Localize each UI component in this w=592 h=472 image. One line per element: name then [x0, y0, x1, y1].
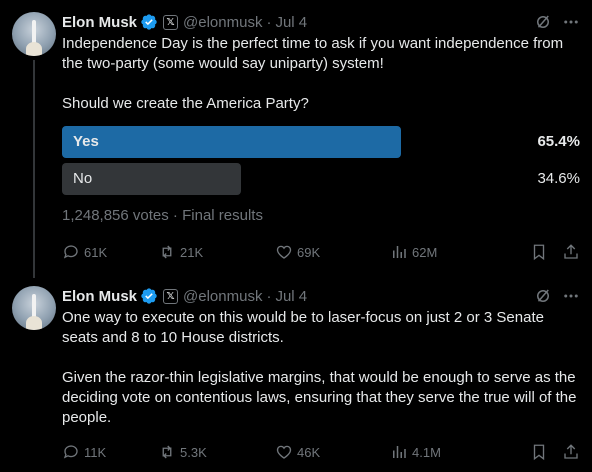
avatar[interactable]	[12, 286, 56, 330]
repost-button[interactable]: 21K	[158, 243, 275, 261]
views-count: 4.1M	[412, 444, 441, 460]
like-button[interactable]: 46K	[275, 443, 390, 461]
x-badge-icon: 𝕏	[163, 288, 179, 304]
more-icon[interactable]	[562, 287, 580, 305]
bookmark-icon[interactable]	[530, 243, 548, 261]
tweet-header: Elon Musk 𝕏 @elonmusk · Jul 4	[62, 286, 580, 306]
poll-votes: 1,248,856 votes	[62, 207, 169, 224]
share-icon[interactable]	[562, 243, 580, 261]
repost-count: 5.3K	[180, 444, 207, 460]
poll-bar-yes	[62, 126, 401, 158]
tweet-text: Independence Day is the perfect time to …	[62, 35, 564, 112]
avatar[interactable]	[12, 12, 56, 56]
poll-status: Final results	[182, 207, 263, 224]
views-icon	[393, 446, 406, 458]
tweet-1[interactable]: Elon Musk 𝕏 @elonmusk · Jul 4 Independen…	[0, 0, 592, 278]
author-name[interactable]: Elon Musk	[62, 288, 137, 305]
tweet-text: One way to execute on this would be to l…	[62, 309, 577, 426]
bookmark-icon[interactable]	[530, 443, 548, 461]
poll: Yes 65.4% No 34.6% 1,248,856 votes · Fin…	[62, 126, 580, 224]
reply-button[interactable]: 61K	[62, 243, 158, 261]
poll-option-no: No 34.6%	[62, 163, 580, 195]
tweet-actions: 61K 21K 69K 62M	[62, 242, 580, 262]
views-button[interactable]: 62M	[390, 243, 495, 261]
author-name[interactable]: Elon Musk	[62, 14, 137, 31]
author-handle[interactable]: @elonmusk	[183, 14, 262, 31]
repost-icon	[162, 245, 172, 259]
poll-option-label: Yes	[73, 133, 99, 150]
poll-option-label: No	[73, 170, 93, 187]
tweet-date[interactable]: Jul 4	[275, 288, 307, 305]
poll-meta-separator: ·	[168, 207, 183, 224]
author-handle[interactable]: @elonmusk	[183, 288, 262, 305]
like-button[interactable]: 69K	[275, 243, 390, 261]
views-count: 62M	[412, 244, 438, 260]
poll-option-yes: Yes 65.4%	[62, 126, 580, 158]
like-icon	[276, 245, 292, 259]
reply-count: 11K	[84, 444, 107, 460]
repost-icon	[162, 445, 172, 459]
grok-icon[interactable]	[534, 287, 552, 305]
repost-count: 21K	[180, 244, 204, 260]
share-icon[interactable]	[562, 443, 580, 461]
like-count: 69K	[297, 244, 321, 260]
thread-line	[33, 60, 35, 278]
tweet-actions: 11K 5.3K 46K 4.1M	[62, 442, 580, 462]
tweet-date[interactable]: Jul 4	[275, 14, 307, 31]
repost-button[interactable]: 5.3K	[158, 443, 275, 461]
separator: ·	[266, 13, 272, 31]
verified-badge-icon	[141, 288, 157, 304]
reply-count: 61K	[84, 244, 108, 260]
tweet-2[interactable]: Elon Musk 𝕏 @elonmusk · Jul 4 One way to…	[0, 278, 592, 472]
poll-option-percent: 34.6%	[537, 170, 580, 187]
grok-icon[interactable]	[534, 13, 552, 31]
reply-button[interactable]: 11K	[62, 443, 158, 461]
x-badge-icon: 𝕏	[163, 14, 179, 30]
tweet-header: Elon Musk 𝕏 @elonmusk · Jul 4	[62, 12, 580, 32]
reply-icon	[63, 445, 78, 459]
verified-badge-icon	[141, 14, 157, 30]
views-icon	[393, 246, 406, 258]
like-count: 46K	[297, 444, 321, 460]
poll-option-percent: 65.4%	[537, 133, 580, 150]
more-icon[interactable]	[562, 13, 580, 31]
separator: ·	[266, 287, 272, 305]
reply-icon	[63, 245, 78, 259]
views-button[interactable]: 4.1M	[390, 443, 495, 461]
like-icon	[276, 445, 292, 459]
poll-meta: 1,248,856 votes · Final results	[62, 207, 580, 224]
